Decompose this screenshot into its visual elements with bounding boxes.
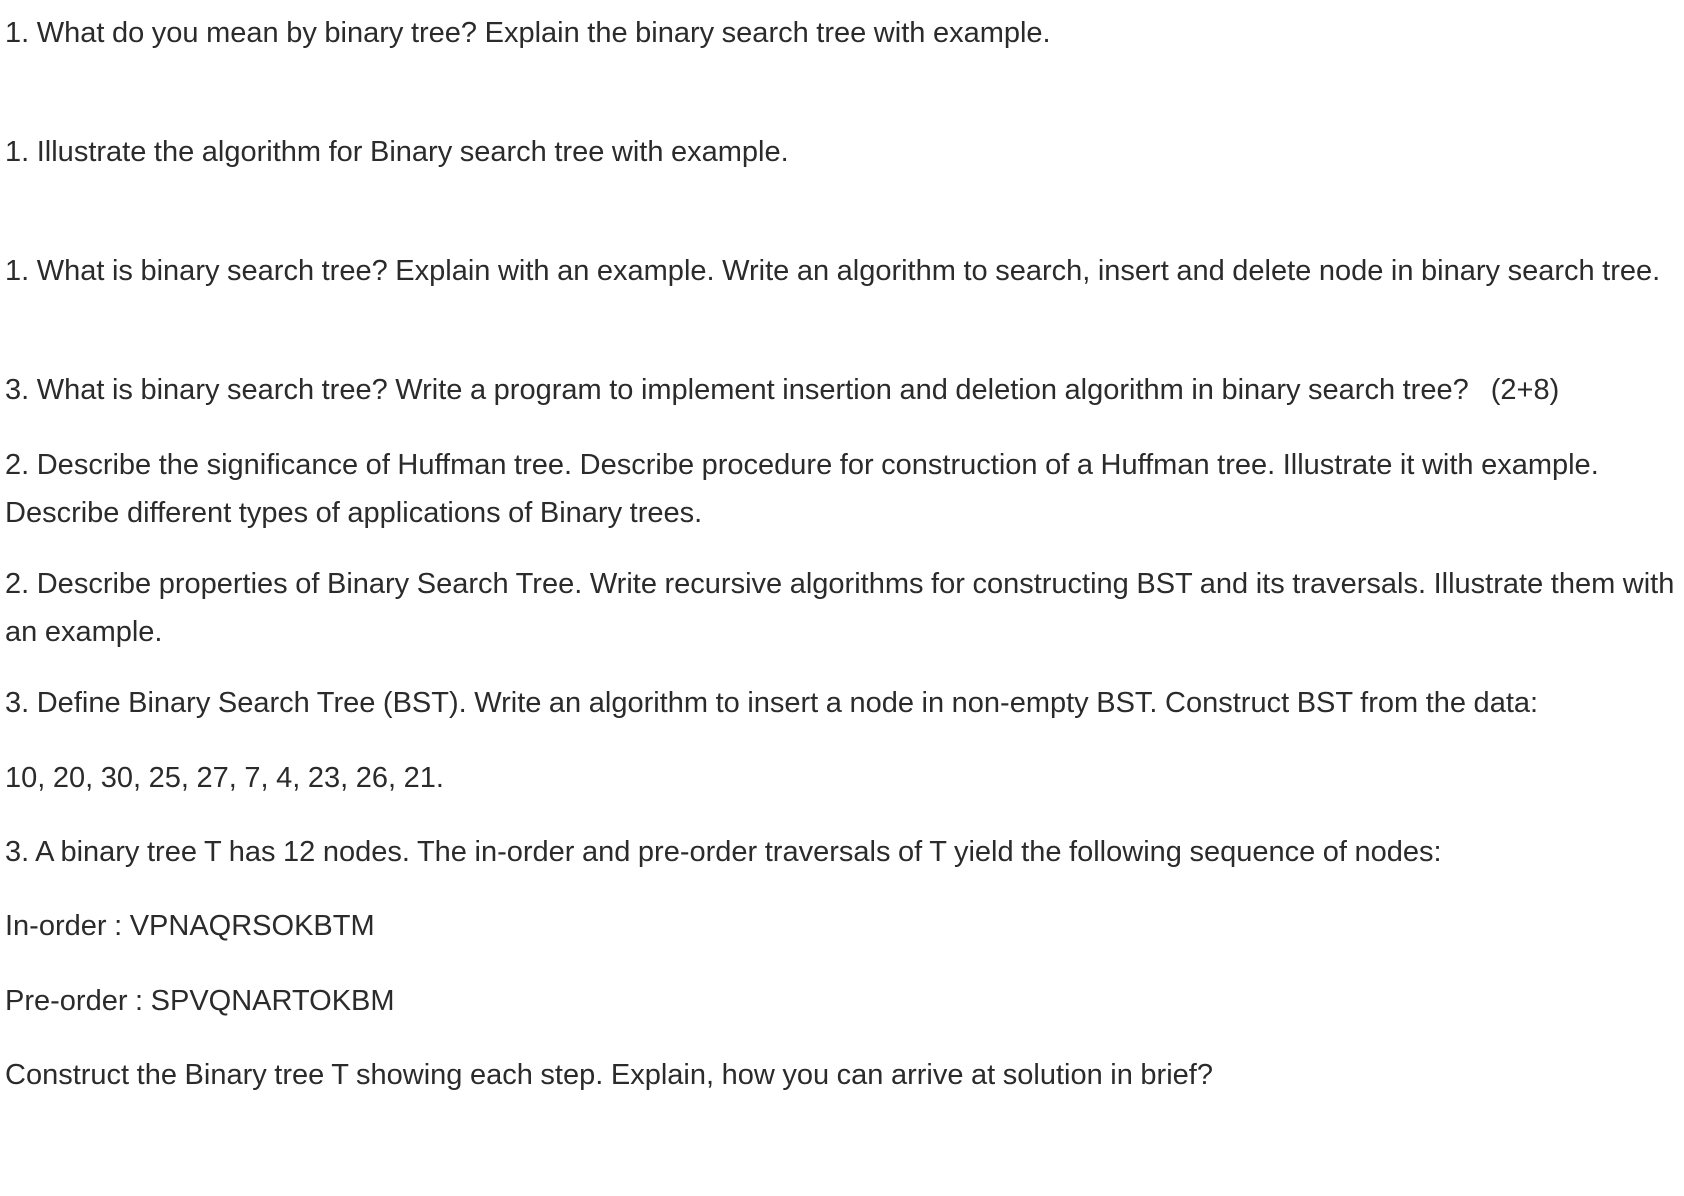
question-5: 2. Describe the significance of Huffman … <box>5 441 1677 537</box>
question-5-text: 2. Describe the significance of Huffman … <box>5 449 1599 529</box>
bst-data-values: 10, 20, 30, 25, 27, 7, 4, 23, 26, 21. <box>5 754 1677 802</box>
question-6-text: 2. Describe properties of Binary Search … <box>5 568 1675 648</box>
question-4-marks: (2+8) <box>1490 374 1560 406</box>
question-3-text: 1. What is binary search tree? Explain w… <box>5 255 1661 287</box>
bst-data-values-text: 10, 20, 30, 25, 27, 7, 4, 23, 26, 21. <box>5 762 444 794</box>
question-2: 1. Illustrate the algorithm for Binary s… <box>5 128 1677 176</box>
construct-instruction: Construct the Binary tree T showing each… <box>5 1051 1677 1099</box>
question-7: 3. Define Binary Search Tree (BST). Writ… <box>5 679 1677 727</box>
question-1-text: 1. What do you mean by binary tree? Expl… <box>5 17 1051 49</box>
question-7-text: 3. Define Binary Search Tree (BST). Writ… <box>5 687 1539 719</box>
preorder-sequence: Pre-order : SPVQNARTOKBM <box>5 977 1677 1025</box>
question-4-text: 3. What is binary search tree? Write a p… <box>5 374 1469 406</box>
question-8-text: 3. A binary tree T has 12 nodes. The in-… <box>5 836 1442 868</box>
inorder-sequence: In-order : VPNAQRSOKBTM <box>5 902 1677 950</box>
question-8: 3. A binary tree T has 12 nodes. The in-… <box>5 828 1677 876</box>
inorder-sequence-text: In-order : VPNAQRSOKBTM <box>5 910 375 942</box>
question-3: 1. What is binary search tree? Explain w… <box>5 247 1677 295</box>
question-6: 2. Describe properties of Binary Search … <box>5 560 1677 656</box>
question-4: 3. What is binary search tree? Write a p… <box>5 366 1677 414</box>
question-2-text: 1. Illustrate the algorithm for Binary s… <box>5 136 789 168</box>
question-1: 1. What do you mean by binary tree? Expl… <box>5 9 1677 57</box>
construct-instruction-text: Construct the Binary tree T showing each… <box>5 1059 1213 1091</box>
preorder-sequence-text: Pre-order : SPVQNARTOKBM <box>5 985 395 1017</box>
